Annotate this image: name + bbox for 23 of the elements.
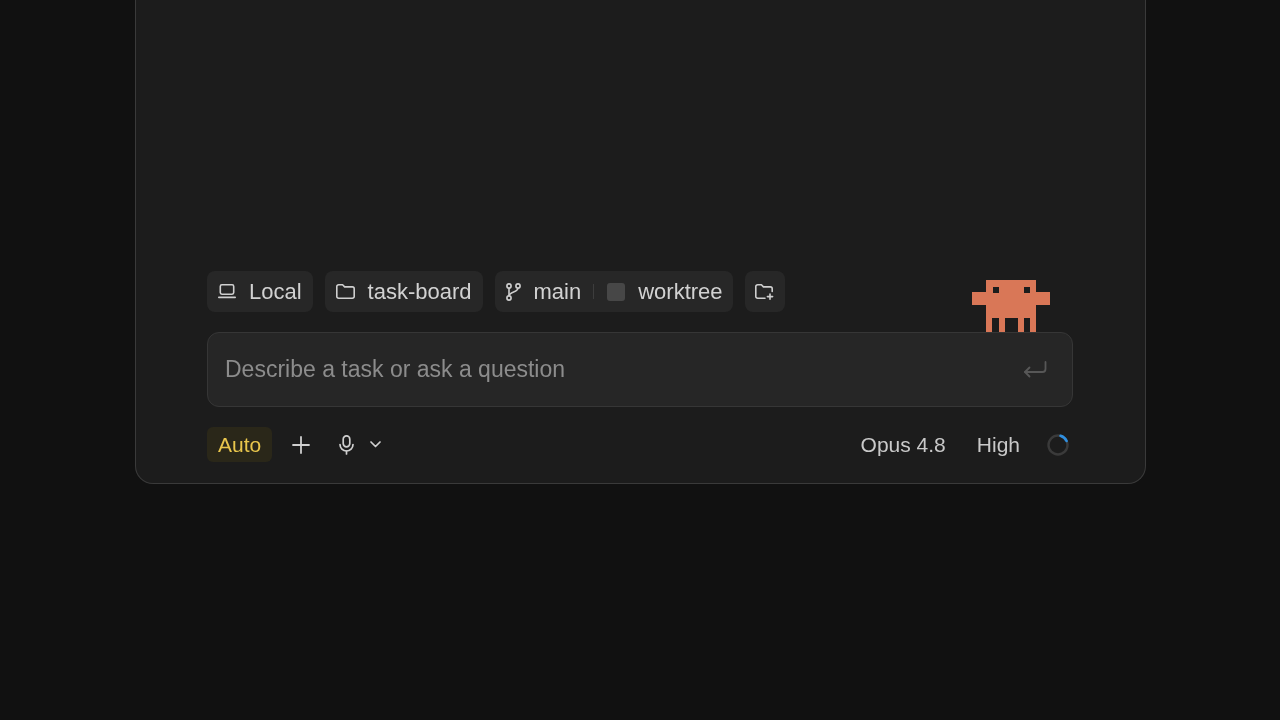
branch-icon <box>505 282 521 301</box>
environment-chip[interactable]: Local <box>207 271 313 312</box>
folder-chip[interactable]: task-board <box>324 271 483 312</box>
return-icon <box>1023 361 1047 378</box>
microphone-button[interactable] <box>339 434 355 455</box>
effort-button[interactable]: High <box>976 432 1020 457</box>
folder-plus-icon <box>755 283 775 300</box>
prompt-field[interactable]: Describe a task or ask a question <box>207 332 1073 407</box>
add-folder-button[interactable] <box>744 271 785 312</box>
dropdown-button[interactable] <box>370 441 382 448</box>
square-icon <box>607 282 626 301</box>
pixel-creature-icon <box>972 280 1050 332</box>
branch-button[interactable]: main <box>505 278 582 305</box>
laptop-icon <box>218 284 236 299</box>
worktree-button[interactable]: worktree <box>607 278 723 305</box>
microphone-icon <box>339 434 355 455</box>
chevron-down-icon <box>370 441 382 448</box>
model-button[interactable]: Opus 4.8 <box>860 432 946 457</box>
add-button[interactable] <box>292 435 311 454</box>
plus-icon <box>292 435 311 454</box>
spinner-icon <box>1047 433 1069 456</box>
folder-icon <box>335 284 355 299</box>
mode-button[interactable]: Auto <box>207 427 273 462</box>
